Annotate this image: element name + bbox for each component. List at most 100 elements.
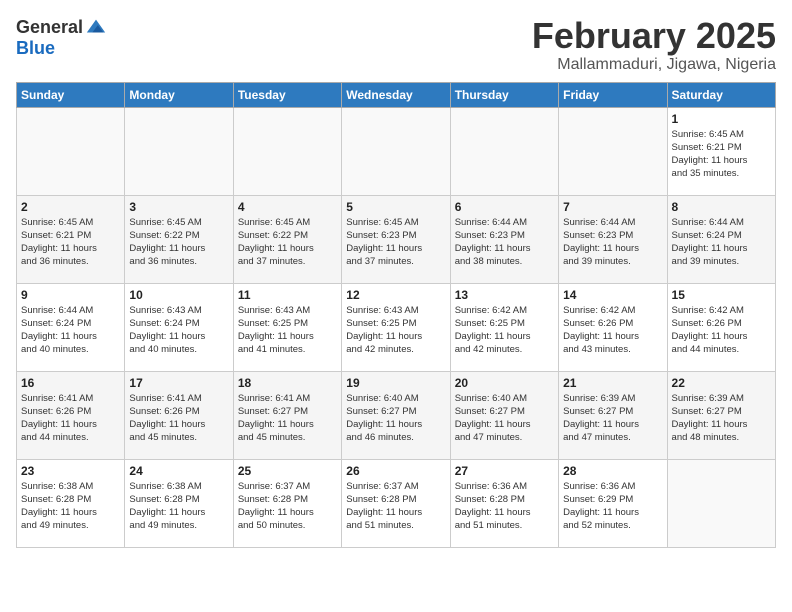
day-number: 21: [563, 376, 662, 390]
day-cell: 13Sunrise: 6:42 AMSunset: 6:25 PMDayligh…: [450, 283, 558, 371]
col-header-tuesday: Tuesday: [233, 82, 341, 107]
month-title: February 2025: [532, 16, 776, 56]
day-cell: 10 Sunrise: 6:43 AMSunset: 6:24 PMDayligh…: [125, 283, 233, 371]
day-info: Sunrise: 6:38 AMSunset: 6:28 PMDaylight:…: [21, 480, 120, 533]
day-number: 6: [455, 200, 554, 214]
day-cell: 18 Sunrise: 6:41 AMSunset: 6:27 PMDayligh…: [233, 371, 341, 459]
col-header-saturday: Saturday: [667, 82, 775, 107]
day-cell: [17, 107, 125, 195]
day-cell: 28 Sunrise: 6:36 AMSunset: 6:29 PMDayligh…: [559, 459, 667, 547]
day-number: 13: [455, 288, 554, 302]
day-number: 28: [563, 464, 662, 478]
day-info: Sunrise: 6:44 AMSunset: 6:23 PMDaylight:…: [455, 216, 554, 269]
day-cell: 1 Sunrise: 6:45 AMSunset: 6:21 PMDaylight…: [667, 107, 775, 195]
day-cell: 3 Sunrise: 6:45 AMSunset: 6:22 PMDaylight…: [125, 195, 233, 283]
day-number: 5: [346, 200, 445, 214]
day-cell: 16 Sunrise: 6:41 AMSunset: 6:26 PMDayligh…: [17, 371, 125, 459]
day-cell: 22 Sunrise: 6:39 AMSunset: 6:27 PMDayligh…: [667, 371, 775, 459]
day-info: Sunrise: 6:40 AMSunset: 6:27 PMDaylight:…: [346, 392, 445, 445]
day-info: Sunrise: 6:44 AMSunset: 6:24 PMDaylight:…: [21, 304, 120, 357]
day-cell: 14 Sunrise: 6:42 AMSunset: 6:26 PMDayligh…: [559, 283, 667, 371]
day-info: Sunrise: 6:37 AMSunset: 6:28 PMDaylight:…: [238, 480, 337, 533]
day-number: 25: [238, 464, 337, 478]
day-cell: 11 Sunrise: 6:43 AMSunset: 6:25 PMDayligh…: [233, 283, 341, 371]
logo-icon: [85, 16, 107, 38]
day-number: 20: [455, 376, 554, 390]
day-info: Sunrise: 6:36 AMSunset: 6:28 PMDaylight:…: [455, 480, 554, 533]
day-cell: 9Sunrise: 6:44 AMSunset: 6:24 PMDaylight…: [17, 283, 125, 371]
week-row-3: 9Sunrise: 6:44 AMSunset: 6:24 PMDaylight…: [17, 283, 776, 371]
col-header-thursday: Thursday: [450, 82, 558, 107]
day-info: Sunrise: 6:37 AMSunset: 6:28 PMDaylight:…: [346, 480, 445, 533]
title-block: February 2025 Mallammaduri, Jigawa, Nige…: [532, 16, 776, 74]
day-cell: 21Sunrise: 6:39 AMSunset: 6:27 PMDayligh…: [559, 371, 667, 459]
day-number: 19: [346, 376, 445, 390]
day-cell: 27 Sunrise: 6:36 AMSunset: 6:28 PMDayligh…: [450, 459, 558, 547]
day-number: 27: [455, 464, 554, 478]
day-number: 26: [346, 464, 445, 478]
day-number: 14: [563, 288, 662, 302]
day-cell: 12 Sunrise: 6:43 AMSunset: 6:25 PMDayligh…: [342, 283, 450, 371]
day-number: 16: [21, 376, 120, 390]
day-cell: 7Sunrise: 6:44 AMSunset: 6:23 PMDaylight…: [559, 195, 667, 283]
logo-general: General: [16, 17, 83, 38]
day-number: 2: [21, 200, 120, 214]
col-header-wednesday: Wednesday: [342, 82, 450, 107]
location-title: Mallammaduri, Jigawa, Nigeria: [532, 56, 776, 74]
day-number: 3: [129, 200, 228, 214]
col-header-sunday: Sunday: [17, 82, 125, 107]
day-info: Sunrise: 6:41 AMSunset: 6:26 PMDaylight:…: [21, 392, 120, 445]
week-row-4: 16 Sunrise: 6:41 AMSunset: 6:26 PMDayligh…: [17, 371, 776, 459]
day-cell: 8Sunrise: 6:44 AMSunset: 6:24 PMDaylight…: [667, 195, 775, 283]
day-cell: [450, 107, 558, 195]
day-cell: [667, 459, 775, 547]
day-number: 22: [672, 376, 771, 390]
day-cell: [233, 107, 341, 195]
logo-blue: Blue: [16, 38, 55, 58]
week-row-1: 1 Sunrise: 6:45 AMSunset: 6:21 PMDaylight…: [17, 107, 776, 195]
day-cell: 20 Sunrise: 6:40 AMSunset: 6:27 PMDayligh…: [450, 371, 558, 459]
day-info: Sunrise: 6:43 AMSunset: 6:25 PMDaylight:…: [238, 304, 337, 357]
day-info: Sunrise: 6:41 AMSunset: 6:26 PMDaylight:…: [129, 392, 228, 445]
day-cell: [342, 107, 450, 195]
day-info: Sunrise: 6:39 AMSunset: 6:27 PMDaylight:…: [672, 392, 771, 445]
day-number: 18: [238, 376, 337, 390]
day-number: 23: [21, 464, 120, 478]
col-header-monday: Monday: [125, 82, 233, 107]
day-cell: 24Sunrise: 6:38 AMSunset: 6:28 PMDayligh…: [125, 459, 233, 547]
day-info: Sunrise: 6:45 AMSunset: 6:23 PMDaylight:…: [346, 216, 445, 269]
day-info: Sunrise: 6:44 AMSunset: 6:23 PMDaylight:…: [563, 216, 662, 269]
day-number: 10: [129, 288, 228, 302]
day-cell: 23 Sunrise: 6:38 AMSunset: 6:28 PMDayligh…: [17, 459, 125, 547]
day-cell: 6 Sunrise: 6:44 AMSunset: 6:23 PMDaylight…: [450, 195, 558, 283]
col-header-friday: Friday: [559, 82, 667, 107]
day-cell: 19 Sunrise: 6:40 AMSunset: 6:27 PMDayligh…: [342, 371, 450, 459]
day-cell: 17 Sunrise: 6:41 AMSunset: 6:26 PMDayligh…: [125, 371, 233, 459]
day-number: 12: [346, 288, 445, 302]
day-cell: [559, 107, 667, 195]
day-info: Sunrise: 6:42 AMSunset: 6:26 PMDaylight:…: [563, 304, 662, 357]
header-row: SundayMondayTuesdayWednesdayThursdayFrid…: [17, 82, 776, 107]
day-number: 4: [238, 200, 337, 214]
day-info: Sunrise: 6:36 AMSunset: 6:29 PMDaylight:…: [563, 480, 662, 533]
day-info: Sunrise: 6:41 AMSunset: 6:27 PMDaylight:…: [238, 392, 337, 445]
day-info: Sunrise: 6:43 AMSunset: 6:25 PMDaylight:…: [346, 304, 445, 357]
day-info: Sunrise: 6:40 AMSunset: 6:27 PMDaylight:…: [455, 392, 554, 445]
day-number: 24: [129, 464, 228, 478]
day-number: 11: [238, 288, 337, 302]
day-info: Sunrise: 6:45 AMSunset: 6:21 PMDaylight:…: [672, 128, 771, 181]
day-number: 17: [129, 376, 228, 390]
day-cell: 2Sunrise: 6:45 AMSunset: 6:21 PMDaylight…: [17, 195, 125, 283]
day-cell: [125, 107, 233, 195]
day-info: Sunrise: 6:45 AMSunset: 6:22 PMDaylight:…: [238, 216, 337, 269]
day-cell: 15Sunrise: 6:42 AMSunset: 6:26 PMDayligh…: [667, 283, 775, 371]
day-number: 1: [672, 112, 771, 126]
calendar-table: SundayMondayTuesdayWednesdayThursdayFrid…: [16, 82, 776, 548]
day-info: Sunrise: 6:45 AMSunset: 6:22 PMDaylight:…: [129, 216, 228, 269]
week-row-5: 23 Sunrise: 6:38 AMSunset: 6:28 PMDayligh…: [17, 459, 776, 547]
page-header: General Blue February 2025 Mallammaduri,…: [16, 16, 776, 74]
day-info: Sunrise: 6:42 AMSunset: 6:26 PMDaylight:…: [672, 304, 771, 357]
day-cell: 26 Sunrise: 6:37 AMSunset: 6:28 PMDayligh…: [342, 459, 450, 547]
day-info: Sunrise: 6:43 AMSunset: 6:24 PMDaylight:…: [129, 304, 228, 357]
week-row-2: 2Sunrise: 6:45 AMSunset: 6:21 PMDaylight…: [17, 195, 776, 283]
